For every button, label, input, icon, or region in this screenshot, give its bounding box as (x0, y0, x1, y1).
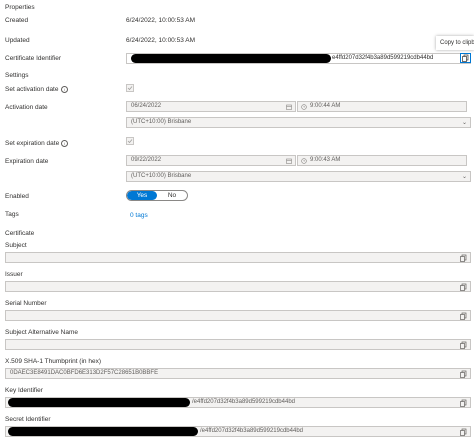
redacted-block (8, 398, 190, 407)
copy-button[interactable] (459, 428, 469, 437)
activation-date-value: 06/24/2022 (131, 103, 162, 109)
info-icon[interactable]: i (61, 86, 68, 93)
copy-icon (460, 341, 467, 349)
enabled-toggle[interactable]: Yes No (126, 190, 188, 201)
serial-number-label: Serial Number (5, 300, 47, 307)
checkmark-icon (127, 139, 133, 144)
calendar-icon (286, 104, 292, 110)
issuer-label: Issuer (5, 271, 23, 278)
expiration-time-value: 9:00:43 AM (310, 157, 341, 163)
activation-date-label: Activation date (5, 104, 48, 111)
redacted-block (8, 427, 198, 436)
certificate-identifier-value: e4ffd207d32f4b3a89d599219cdb44bd (332, 55, 434, 61)
copy-button[interactable] (459, 254, 469, 263)
created-label: Created (5, 17, 29, 24)
chevron-down-icon: ⌄ (461, 120, 467, 126)
serial-number-field[interactable] (5, 310, 471, 321)
enabled-label: Enabled (5, 193, 29, 200)
thumbprint-field[interactable]: 0DAEC3E8491DAC0BFD6E313D2F57C28651B0BBFE (5, 368, 471, 379)
properties-heading: Properties (5, 4, 35, 11)
copy-icon (460, 399, 467, 407)
activation-date-input[interactable]: 06/24/2022 (126, 101, 296, 112)
copy-icon (460, 312, 467, 320)
created-value: 6/24/2022, 10:00:53 AM (126, 17, 196, 24)
calendar-icon (286, 158, 292, 164)
copy-tooltip: Copy to clipboard (436, 36, 474, 50)
copy-icon (460, 428, 467, 436)
san-field[interactable] (5, 339, 471, 350)
copy-button[interactable] (459, 341, 469, 350)
key-identifier-value: /e4ffd207d32f4b3a89d599219cdb44bd (192, 399, 295, 405)
info-icon[interactable]: i (61, 140, 68, 147)
updated-value: 6/24/2022, 10:00:53 AM (126, 37, 196, 44)
thumbprint-label: X.509 SHA-1 Thumbprint (in hex) (5, 358, 101, 365)
expiration-date-input[interactable]: 09/22/2022 (126, 155, 296, 166)
copy-icon (460, 283, 467, 291)
chevron-down-icon: ⌄ (461, 174, 467, 180)
copy-button[interactable] (459, 312, 469, 321)
certificate-identifier-label: Certificate Identifier (5, 55, 61, 62)
secret-identifier-label: Secret Identifier (5, 416, 51, 423)
key-identifier-field[interactable]: /e4ffd207d32f4b3a89d599219cdb44bd (5, 397, 471, 408)
expiration-date-value: 09/22/2022 (131, 157, 162, 163)
san-label: Subject Alternative Name (5, 329, 78, 336)
certificate-heading: Certificate (5, 230, 35, 237)
expiration-timezone-value: (UTC+10:00) Brisbane (131, 173, 192, 179)
expiration-timezone-select[interactable]: (UTC+10:00) Brisbane ⌄ (126, 171, 471, 182)
updated-label: Updated (5, 37, 30, 44)
expiration-time-input[interactable]: 9:00:43 AM (297, 155, 467, 166)
secret-identifier-field[interactable]: /e4ffd207d32f4b3a89d599219cdb44bd (5, 426, 471, 437)
tags-link[interactable]: 0 tags (130, 212, 148, 219)
subject-label: Subject (5, 242, 27, 249)
checkmark-icon (127, 86, 133, 91)
expiration-date-label: Expiration date (5, 158, 49, 165)
set-expiration-checkbox[interactable] (126, 137, 134, 145)
tags-label: Tags (5, 211, 19, 218)
clock-icon (301, 158, 307, 164)
activation-timezone-select[interactable]: (UTC+10:00) Brisbane ⌄ (126, 117, 471, 128)
subject-field[interactable] (5, 252, 471, 263)
copy-icon (460, 254, 467, 262)
copy-button[interactable] (460, 53, 471, 63)
toggle-yes[interactable]: Yes (127, 191, 157, 200)
activation-timezone-value: (UTC+10:00) Brisbane (131, 119, 192, 125)
copy-icon (460, 370, 467, 378)
copy-button[interactable] (459, 399, 469, 408)
set-activation-checkbox[interactable] (126, 84, 134, 92)
certificate-identifier-field[interactable]: e4ffd207d32f4b3a89d599219cdb44bd (126, 53, 471, 64)
toggle-no[interactable]: No (157, 191, 187, 200)
copy-icon (462, 54, 469, 62)
settings-heading: Settings (5, 72, 29, 79)
clock-icon (301, 104, 307, 110)
activation-time-input[interactable]: 9:00:44 AM (297, 101, 467, 112)
set-activation-label: Set activation date (5, 86, 59, 93)
redacted-block (131, 54, 331, 63)
copy-button[interactable] (459, 370, 469, 379)
activation-time-value: 9:00:44 AM (310, 103, 341, 109)
copy-button[interactable] (459, 283, 469, 292)
thumbprint-value: 0DAEC3E8491DAC0BFD6E313D2F57C28651B0BBFE (10, 370, 159, 376)
key-identifier-label: Key Identifier (5, 387, 43, 394)
issuer-field[interactable] (5, 281, 471, 292)
secret-identifier-value: /e4ffd207d32f4b3a89d599219cdb44bd (200, 428, 303, 434)
set-expiration-label: Set expiration date (5, 140, 60, 147)
